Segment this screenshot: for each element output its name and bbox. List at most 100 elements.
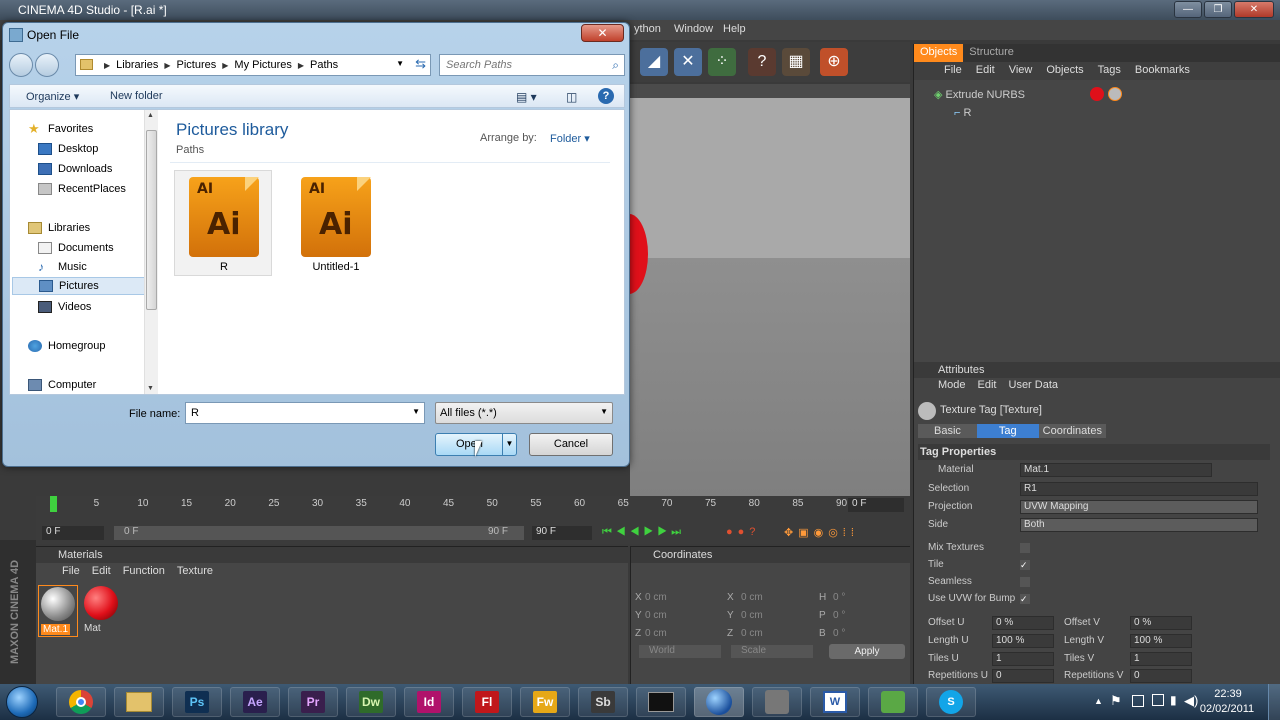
file-name-input[interactable]: R ▼ <box>185 402 425 424</box>
nav-libraries[interactable]: Libraries <box>28 219 90 237</box>
clock-time[interactable]: 22:39 <box>1202 688 1254 700</box>
tree-item-r[interactable]: ⌐ R <box>954 107 971 125</box>
selection-field[interactable]: R1 <box>1020 482 1258 496</box>
tree-item-extrude-nurbs[interactable]: ◈ Extrude NURBS <box>934 87 1122 106</box>
repetitions-u-field[interactable]: 0 <box>992 669 1054 683</box>
breadcrumb-my-pictures[interactable]: My Pictures <box>234 59 291 71</box>
menu-python[interactable]: ython <box>634 23 661 35</box>
use-uvw-checkbox[interactable]: ✓ <box>1020 594 1030 604</box>
minimize-button[interactable]: — <box>1174 1 1202 18</box>
taskbar-flash[interactable]: Fl <box>462 687 512 717</box>
taskbar-explorer[interactable] <box>114 687 164 717</box>
new-folder-button[interactable]: New folder <box>110 90 163 102</box>
refresh-icon[interactable]: ⇆ <box>415 56 426 72</box>
scene-tool-icon[interactable]: ▦ <box>782 48 810 76</box>
nav-pictures[interactable]: Pictures <box>12 277 146 295</box>
nav-computer[interactable]: Computer <box>28 376 96 394</box>
breadcrumb-paths[interactable]: Paths <box>310 59 338 71</box>
forward-arrow-icon[interactable] <box>35 53 59 77</box>
attr-menu-edit[interactable]: Edit <box>978 379 997 394</box>
chevron-down-icon[interactable]: ▼ <box>412 407 420 416</box>
menu-help[interactable]: Help <box>723 23 746 35</box>
nav-music[interactable]: ♪ Music <box>38 258 87 276</box>
menu-window[interactable]: Window <box>674 23 713 35</box>
taskbar-tools[interactable] <box>752 687 802 717</box>
length-v-field[interactable]: 100 % <box>1130 634 1192 648</box>
nav-recent-places[interactable]: RecentPlaces <box>38 180 126 198</box>
objects-menu-objects[interactable]: Objects <box>1046 64 1083 80</box>
texture-tag-icon[interactable] <box>1108 87 1122 101</box>
material-tag-icon[interactable] <box>1090 87 1104 101</box>
spline-tool-icon[interactable]: ◢ <box>640 48 668 76</box>
coord-y-field[interactable]: 0 cm <box>645 607 667 625</box>
start-frame-field[interactable]: 0 F <box>42 526 104 540</box>
tiles-v-field[interactable]: 1 <box>1130 652 1192 666</box>
taskbar-skype[interactable]: S <box>926 687 976 717</box>
nav-documents[interactable]: Documents <box>38 239 114 257</box>
taskbar-cinema4d[interactable] <box>694 687 744 717</box>
taskbar-network[interactable] <box>868 687 918 717</box>
view-options-icon[interactable]: ▤ ▾ <box>516 90 537 104</box>
open-dropdown-icon[interactable]: ▼ <box>502 434 516 455</box>
offset-v-field[interactable]: 0 % <box>1130 616 1192 630</box>
materials-menu-edit[interactable]: Edit <box>92 565 111 581</box>
size-x-field[interactable]: 0 cm <box>741 589 763 607</box>
materials-menu-file[interactable]: File <box>62 565 80 581</box>
objects-menu-file[interactable]: File <box>944 64 962 80</box>
repetitions-v-field[interactable]: 0 <box>1130 669 1192 683</box>
timeline[interactable]: 051015202530354045505560657075808590 0 F… <box>36 496 911 544</box>
organize-button[interactable]: Organize ▾ <box>26 90 79 103</box>
file-item-untitled-1[interactable]: AI Ai Untitled-1 <box>286 170 384 276</box>
rot-p-field[interactable]: 0 ° <box>833 607 845 625</box>
end-frame-field[interactable]: 90 F <box>532 526 592 540</box>
arrange-by-dropdown[interactable]: Folder ▾ <box>550 132 590 145</box>
deformer-tool-icon[interactable]: ? <box>748 48 776 76</box>
taskbar-indesign[interactable]: Id <box>404 687 454 717</box>
coord-z-field[interactable]: 0 cm <box>645 625 667 643</box>
preview-pane-icon[interactable]: ◫ <box>566 90 577 104</box>
breadcrumb-libraries[interactable]: Libraries <box>116 59 158 71</box>
taskbar-premiere[interactable]: Pr <box>288 687 338 717</box>
record-controls[interactable]: ●●? <box>726 526 760 538</box>
objects-menu-bookmarks[interactable]: Bookmarks <box>1135 64 1190 80</box>
taskbar-fireworks[interactable]: Fw <box>520 687 570 717</box>
coord-x-field[interactable]: 0 cm <box>645 589 667 607</box>
nav-homegroup[interactable]: Homegroup <box>28 337 105 355</box>
scroll-down-icon[interactable]: ▼ <box>147 385 154 392</box>
nav-favorites[interactable]: ★ Favorites <box>28 120 93 138</box>
attr-tab-tag[interactable]: Tag <box>976 424 1039 438</box>
mix-textures-checkbox[interactable] <box>1020 543 1030 553</box>
range-slider[interactable]: 0 F 90 F <box>114 526 524 540</box>
materials-menu-texture[interactable]: Texture <box>177 565 213 581</box>
close-window-button[interactable]: ✕ <box>1234 1 1274 18</box>
taskbar-soundbooth[interactable]: Sb <box>578 687 628 717</box>
material-item-mat1[interactable]: Mat.1 <box>38 585 78 637</box>
mograph-tool-icon[interactable]: ⁘ <box>708 48 736 76</box>
length-u-field[interactable]: 100 % <box>992 634 1054 648</box>
keyframe-controls[interactable]: ✥▣◉◎⁞⁞ <box>784 526 859 539</box>
chevron-right-icon[interactable]: ▶ <box>222 61 228 70</box>
3d-viewport[interactable] <box>630 84 910 496</box>
nav-desktop[interactable]: Desktop <box>38 140 98 158</box>
tray-up-arrow-icon[interactable]: ▲ <box>1094 696 1103 706</box>
playback-controls[interactable]: ⏮◀◀▶▶⏭ <box>602 526 685 539</box>
cancel-button[interactable]: Cancel <box>529 433 613 456</box>
breadcrumb-pictures[interactable]: Pictures <box>177 59 217 71</box>
apply-button[interactable]: Apply <box>829 644 905 659</box>
taskbar-after-effects[interactable]: Ae <box>230 687 280 717</box>
maximize-button[interactable]: ❐ <box>1204 1 1232 18</box>
nav-scrollbar[interactable]: ▲ ▼ <box>144 110 158 394</box>
taskbar-dreamweaver[interactable]: Dw <box>346 687 396 717</box>
chevron-down-icon[interactable]: ▼ <box>600 407 608 416</box>
dialog-close-button[interactable]: ✕ <box>581 24 624 42</box>
signal-icon[interactable]: ▮ <box>1170 693 1177 707</box>
attr-tab-basic[interactable]: Basic <box>918 424 977 438</box>
materials-menu-function[interactable]: Function <box>123 565 165 581</box>
address-dropdown-icon[interactable]: ▼ <box>396 59 404 68</box>
rot-h-field[interactable]: 0 ° <box>833 589 845 607</box>
search-icon[interactable]: ⌕ <box>612 58 619 73</box>
taskbar-terminal[interactable] <box>636 687 686 717</box>
size-z-field[interactable]: 0 cm <box>741 625 763 643</box>
material-item-mat[interactable]: Mat <box>82 585 122 637</box>
side-dropdown[interactable]: Both <box>1020 518 1258 532</box>
